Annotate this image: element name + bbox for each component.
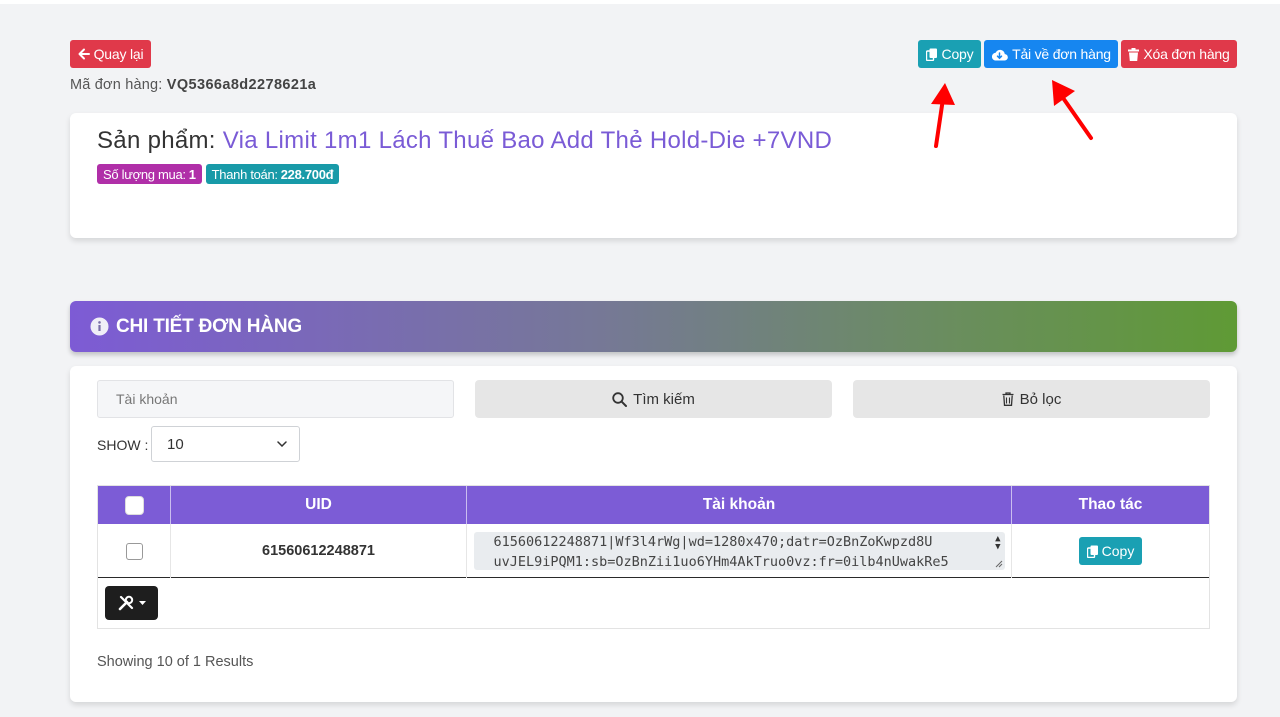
pagination-info: Showing 10 of 1 Results (97, 654, 254, 670)
account-line-2: uvJEL9iPQM1:sb=OzBnZii1uo6YHm4AkTruo0vz:… (493, 554, 949, 570)
row-account-cell: 61560612248871|Wf3l4rWg|wd=1280x470;datr… (467, 524, 1012, 578)
download-order-label: Tải về đơn hàng (1012, 46, 1111, 62)
chevron-down-icon (277, 441, 287, 447)
quantity-badge-label: Số lượng mua: (103, 166, 186, 182)
copy-icon (925, 48, 937, 61)
row-copy-button[interactable]: Copy (1079, 537, 1142, 565)
order-code-label: Mã đơn hàng: (70, 77, 163, 93)
cloud-download-icon (992, 49, 1008, 61)
account-line-1: 61560612248871|Wf3l4rWg|wd=1280x470;datr… (493, 534, 933, 550)
info-icon (90, 317, 109, 336)
product-badges: Số lượng mua: 1 Thanh toán: 228.700đ (97, 164, 340, 184)
product-card: Sản phẩm: Via Limit 1m1 Lách Thuế Bao Ad… (70, 113, 1237, 238)
product-title-prefix: Sản phẩm: (97, 127, 216, 154)
column-header-uid: UID (171, 486, 467, 524)
show-entries-value: 10 (167, 435, 184, 453)
search-icon (612, 391, 628, 407)
order-detail-card: Tài khoản Tìm kiếm Bỏ lọc SHOW : 10 UID … (70, 366, 1237, 702)
quantity-badge: Số lượng mua: 1 (97, 164, 202, 184)
download-order-button[interactable]: Tải về đơn hàng (984, 40, 1118, 68)
clear-filter-label: Bỏ lọc (1019, 390, 1062, 408)
copy-order-label: Copy (941, 46, 974, 62)
account-search-placeholder: Tài khoản (116, 391, 178, 407)
order-detail-header: CHI TIẾT ĐƠN HÀNG (70, 301, 1237, 352)
row-copy-label: Copy (1101, 543, 1135, 559)
back-button[interactable]: Quay lại (70, 40, 151, 68)
header-select-all (98, 486, 171, 524)
account-textarea[interactable]: 61560612248871|Wf3l4rWg|wd=1280x470;datr… (473, 532, 1005, 570)
order-detail-title: CHI TIẾT ĐƠN HÀNG (116, 315, 302, 337)
show-entries-select[interactable]: 10 (151, 426, 300, 462)
quantity-badge-value: 1 (188, 166, 196, 182)
payment-badge: Thanh toán: 228.700đ (205, 164, 340, 184)
tools-dropdown-button[interactable] (105, 586, 158, 620)
caret-down-icon (138, 601, 146, 605)
copy-order-button[interactable]: Copy (918, 40, 981, 68)
spinner-arrows-icon[interactable]: ▲ ▼ (995, 535, 1000, 552)
table-row: 61560612248871 61560612248871|Wf3l4rWg|w… (98, 524, 1209, 578)
clear-filter-button[interactable]: Bỏ lọc (853, 380, 1210, 418)
tools-icon (118, 595, 133, 611)
order-code-value: VQ5366a8d2278621a (166, 77, 317, 93)
payment-badge-label: Thanh toán: (211, 166, 278, 182)
delete-order-button[interactable]: Xóa đơn hàng (1121, 40, 1237, 68)
row-select-cell (98, 524, 171, 578)
row-actions-cell: Copy (1012, 524, 1209, 578)
trash-outline-icon (1002, 392, 1014, 406)
column-header-account: Tài khoản (467, 486, 1012, 524)
back-button-label: Quay lại (93, 46, 144, 62)
payment-badge-value: 228.700đ (280, 166, 334, 182)
select-all-checkbox[interactable] (124, 495, 144, 515)
arrow-left-icon (78, 48, 90, 60)
row-checkbox[interactable] (125, 542, 143, 560)
product-name: Via Limit 1m1 Lách Thuế Bao Add Thẻ Hold… (222, 127, 833, 154)
show-entries-label: SHOW : (97, 437, 149, 453)
delete-order-label: Xóa đơn hàng (1143, 46, 1230, 62)
order-code: Mã đơn hàng: VQ5366a8d2278621a (70, 77, 316, 93)
trash-icon (1128, 47, 1140, 61)
top-strip (0, 0, 1280, 4)
row-uid: 61560612248871 (171, 524, 467, 578)
table-header: UID Tài khoản Thao tác (98, 486, 1209, 524)
search-button[interactable]: Tìm kiếm (475, 380, 832, 418)
product-title: Sản phẩm: Via Limit 1m1 Lách Thuế Bao Ad… (97, 127, 832, 155)
column-header-actions: Thao tác (1078, 496, 1143, 513)
account-search-input[interactable]: Tài khoản (97, 380, 454, 418)
copy-icon (1086, 545, 1098, 558)
order-detail-table: UID Tài khoản Thao tác 61560612248871 61… (97, 485, 1210, 629)
resize-grip-icon[interactable] (995, 560, 1003, 568)
search-button-label: Tìm kiếm (633, 390, 695, 408)
